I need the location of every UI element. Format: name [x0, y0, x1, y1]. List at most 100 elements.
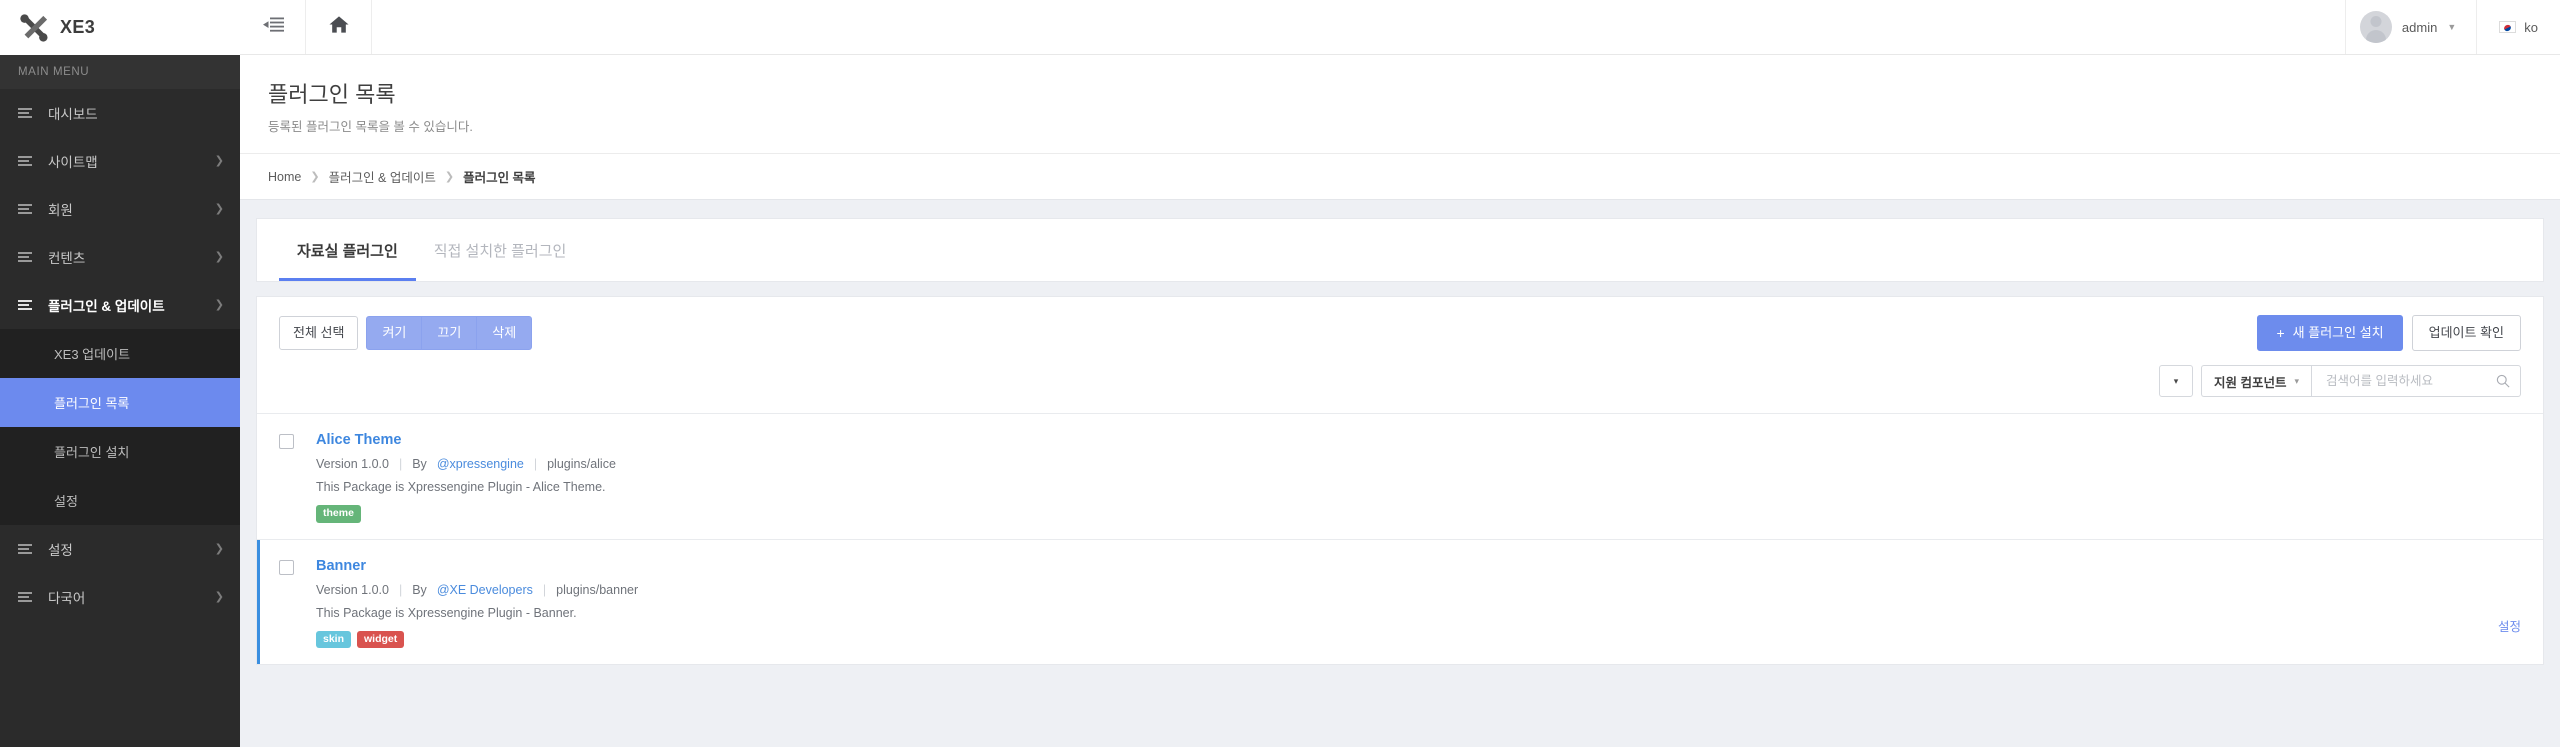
sidebar-item-multilingual[interactable]: 다국어 ❯: [0, 573, 240, 621]
main-area: admin ▼ ko 플러그인 목록 등록된 플러그인 목록을 볼 수 있습니다…: [240, 0, 2560, 747]
page-title: 플러그인 목록: [268, 77, 2532, 109]
language-code: ko: [2524, 20, 2538, 35]
language-selector[interactable]: ko: [2476, 0, 2560, 54]
chevron-right-icon: ❯: [215, 592, 224, 603]
chevron-right-icon: ❯: [310, 170, 319, 183]
sidebar-item-label: 컨텐츠: [48, 247, 215, 267]
breadcrumb-item-current: 플러그인 목록: [463, 167, 535, 186]
sidebar-nav: 대시보드 사이트맵 ❯ 회원 ❯ 컨텐츠 ❯ 플러그인 & 업데이트 ❯: [0, 89, 240, 747]
sidebar-item-contents[interactable]: 컨텐츠 ❯: [0, 233, 240, 281]
user-menu[interactable]: admin ▼: [2345, 0, 2476, 54]
sidebar-item-label: 대시보드: [48, 103, 224, 123]
plugin-row-checkbox-wrap: [279, 558, 316, 649]
chevron-down-icon: ❯: [215, 300, 224, 311]
sidebar-item-dashboard[interactable]: 대시보드: [0, 89, 240, 137]
tab-repository-plugins[interactable]: 자료실 플러그인: [279, 219, 416, 281]
search-box[interactable]: [2311, 365, 2521, 397]
plugin-row-checkbox-wrap: [279, 432, 316, 523]
plugin-badges: skin widget: [316, 631, 2498, 649]
plugin-badges: theme: [316, 505, 2521, 523]
plugin-badge-theme: theme: [316, 505, 361, 523]
supported-component-label: 지원 컴포넌트: [2214, 372, 2286, 391]
tab-label: 직접 설치한 플러그인: [434, 243, 567, 260]
chevron-right-icon: ❯: [445, 170, 454, 183]
xe3-logo-icon: [18, 13, 48, 43]
plugin-version: Version 1.0.0: [316, 457, 389, 471]
content-area: 자료실 플러그인 직접 설치한 플러그인 전체 선택 켜기 끄기 삭제: [240, 200, 2560, 747]
meta-separator: |: [534, 457, 537, 471]
delete-button[interactable]: 삭제: [476, 316, 532, 350]
plugin-settings-link[interactable]: 설정: [2498, 620, 2521, 634]
plugin-meta: Version 1.0.0 | By @xpressengine | plugi…: [316, 457, 2521, 471]
meta-separator: |: [399, 457, 402, 471]
brand[interactable]: XE3: [0, 0, 240, 55]
plugin-description: This Package is Xpressengine Plugin - Ba…: [316, 606, 2498, 620]
sidebar-subitem-label: 플러그인 목록: [54, 393, 129, 412]
sidebar-submenu: XE3 업데이트 플러그인 목록 플러그인 설치 설정: [0, 329, 240, 525]
sidebar-item-plugins-updates[interactable]: 플러그인 & 업데이트 ❯: [0, 281, 240, 329]
sidebar-subitem-xe3-update[interactable]: XE3 업데이트: [0, 329, 240, 378]
plugin-name[interactable]: Banner: [316, 558, 2498, 574]
search-icon[interactable]: [2496, 374, 2510, 388]
install-new-plugin-button[interactable]: + 새 플러그인 설치: [2257, 315, 2402, 351]
sidebar-subitem-label: XE3 업데이트: [54, 344, 130, 363]
sidebar-item-label: 플러그인 & 업데이트: [48, 295, 215, 315]
search-input[interactable]: [2326, 374, 2496, 388]
page-subtitle: 등록된 플러그인 목록을 볼 수 있습니다.: [268, 116, 2532, 135]
plugin-version: Version 1.0.0: [316, 583, 389, 597]
tabs-card: 자료실 플러그인 직접 설치한 플러그인: [256, 218, 2544, 282]
plugin-name[interactable]: Alice Theme: [316, 432, 2521, 448]
sidebar-subitem-plugin-list[interactable]: 플러그인 목록: [0, 378, 240, 427]
breadcrumb-item-plugins[interactable]: 플러그인 & 업데이트: [329, 167, 436, 186]
chevron-right-icon: ❯: [215, 544, 224, 555]
check-update-button[interactable]: 업데이트 확인: [2412, 315, 2521, 351]
korea-flag-icon: [2499, 21, 2516, 33]
sidebar-subitem-plugin-install[interactable]: 플러그인 설치: [0, 427, 240, 476]
menu-bars-icon: [18, 156, 32, 166]
topbar-spacer: [372, 0, 2345, 54]
bulk-action-group: 켜기 끄기 삭제: [366, 316, 532, 350]
sidebar-subitem-settings[interactable]: 설정: [0, 476, 240, 525]
plugin-checkbox[interactable]: [279, 560, 294, 575]
plugin-badge-skin: skin: [316, 631, 351, 649]
plugin-row: Banner Version 1.0.0 | By @XE Developers…: [257, 539, 2543, 665]
plugin-author[interactable]: @xpressengine: [437, 457, 524, 471]
breadcrumb: Home ❯ 플러그인 & 업데이트 ❯ 플러그인 목록: [240, 153, 2560, 200]
chevron-right-icon: ❯: [215, 252, 224, 263]
sidebar-item-sitemap[interactable]: 사이트맵 ❯: [0, 137, 240, 185]
sidebar-item-label: 사이트맵: [48, 151, 215, 171]
plugin-list-card: 전체 선택 켜기 끄기 삭제 + 새 플러그인 설치 업데이트 확인: [256, 296, 2544, 665]
plugin-row-body: Alice Theme Version 1.0.0 | By @xpressen…: [316, 432, 2521, 523]
filter-dropdown-button[interactable]: ▾: [2159, 365, 2193, 397]
meta-separator: |: [399, 583, 402, 597]
plus-icon: +: [2276, 326, 2284, 340]
plugin-checkbox[interactable]: [279, 434, 294, 449]
menu-bars-icon: [18, 544, 32, 554]
sidebar-item-member[interactable]: 회원 ❯: [0, 185, 240, 233]
plugin-row-body: Banner Version 1.0.0 | By @XE Developers…: [316, 558, 2498, 649]
admin-app: XE3 MAIN MENU 대시보드 사이트맵 ❯ 회원 ❯ 컨텐츠 ❯: [0, 0, 2560, 747]
plugin-path: plugins/banner: [556, 583, 638, 597]
plugin-author[interactable]: @XE Developers: [437, 583, 533, 597]
tabs: 자료실 플러그인 직접 설치한 플러그인: [257, 219, 2543, 281]
page-header: 플러그인 목록 등록된 플러그인 목록을 볼 수 있습니다.: [240, 55, 2560, 153]
turn-on-button[interactable]: 켜기: [366, 316, 422, 350]
filter-bar: ▾ 지원 컴포넌트 ▾: [257, 351, 2543, 413]
tab-manually-installed-plugins[interactable]: 직접 설치한 플러그인: [416, 219, 585, 281]
sidebar-item-settings[interactable]: 설정 ❯: [0, 525, 240, 573]
avatar: [2360, 11, 2392, 43]
tab-label: 자료실 플러그인: [297, 243, 398, 260]
select-all-button[interactable]: 전체 선택: [279, 316, 358, 350]
plugin-description: This Package is Xpressengine Plugin - Al…: [316, 480, 2521, 494]
turn-off-button[interactable]: 끄기: [421, 316, 477, 350]
sidebar-section-label: MAIN MENU: [0, 55, 240, 89]
user-name: admin: [2402, 20, 2437, 35]
list-toolbar: 전체 선택 켜기 끄기 삭제 + 새 플러그인 설치 업데이트 확인: [257, 297, 2543, 351]
sidebar-item-label: 다국어: [48, 587, 215, 607]
breadcrumb-item-home[interactable]: Home: [268, 170, 301, 184]
supported-component-select[interactable]: 지원 컴포넌트 ▾: [2201, 365, 2311, 397]
sidebar-collapse-button[interactable]: [240, 0, 306, 54]
topbar-right: admin ▼ ko: [2345, 0, 2560, 54]
sidebar-subitem-label: 플러그인 설치: [54, 442, 129, 461]
home-button[interactable]: [306, 0, 372, 54]
